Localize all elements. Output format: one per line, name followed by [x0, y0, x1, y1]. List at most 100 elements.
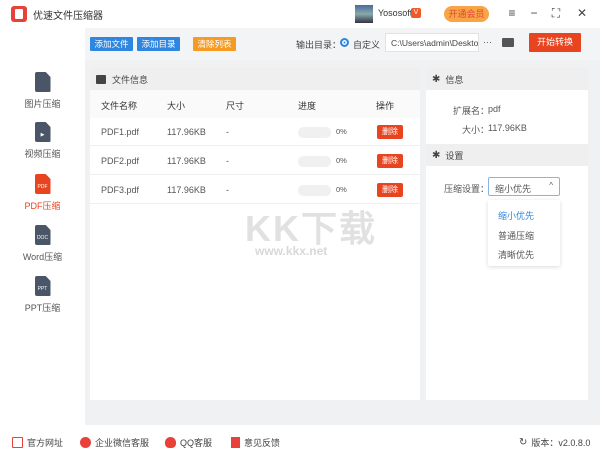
output-path-input[interactable]: C:\Users\admin\Deskto: [385, 33, 479, 52]
size-value: 117.96KB: [488, 123, 527, 133]
settings-header: ✱ 设置: [426, 144, 588, 166]
progress-bar: [298, 185, 331, 196]
more-button[interactable]: ···: [483, 37, 492, 47]
username[interactable]: Yososoft: [378, 8, 412, 18]
column-header: 文件名称: [101, 101, 138, 111]
feedback-icon: [231, 437, 240, 448]
size-label: 大小：: [462, 125, 490, 135]
add-file-button[interactable]: 添加文件: [90, 37, 133, 51]
start-button[interactable]: 开始转换: [529, 33, 581, 52]
maximize-icon[interactable]: ⛶: [549, 6, 563, 21]
column-header: 大小: [167, 101, 186, 111]
footer: 官方网址 企业微信客服 QQ客服 意见反馈 ↻ 版本：v2.0.8.0: [0, 425, 600, 456]
compression-label: 压缩设置：: [444, 184, 490, 194]
pdf-file-icon: PDF: [34, 174, 51, 194]
app-logo: [11, 6, 27, 22]
sidebar-item-label: Word压缩: [22, 252, 63, 262]
ext-label: 扩展名：: [453, 106, 490, 116]
column-header: 操作: [376, 101, 395, 111]
feedback-link[interactable]: 意见反馈: [231, 436, 280, 449]
title-bar: 优速文件压缩器 Yososoft V 开通会员 ≡ − ⛶ ✕: [0, 0, 600, 28]
add-folder-button[interactable]: 添加目录: [137, 37, 180, 51]
file-size: 117.96KB: [167, 127, 206, 137]
file-info-title: 文件信息: [112, 74, 149, 85]
website-label: 官方网址: [27, 438, 64, 448]
progress-text: 0%: [336, 156, 347, 165]
sidebar-item-label: PDF压缩: [24, 201, 61, 211]
sidebar-item-image[interactable]: 图片压缩: [0, 72, 85, 110]
progress-bar: [298, 156, 331, 167]
video-file-icon: ▶: [34, 122, 51, 142]
toolbar: 添加文件 添加目录 清除列表 输出目录： 自定义 C:\Users\admin\…: [85, 28, 600, 60]
column-header: 尺寸: [226, 101, 245, 111]
avatar[interactable]: [355, 5, 373, 23]
qq-support-link[interactable]: QQ客服: [165, 436, 212, 449]
app-title: 优速文件压缩器: [33, 10, 103, 22]
column-header: 进度: [298, 101, 317, 111]
chevron-up-icon: ^: [549, 181, 553, 190]
compression-select[interactable]: 缩小优先 ^: [488, 177, 560, 196]
folder-icon[interactable]: [502, 38, 514, 47]
table-row[interactable]: PDF2.pdf 117.96KB - 0% 删除: [90, 147, 420, 175]
ppt-file-icon: PPT: [34, 276, 51, 296]
output-radio[interactable]: [340, 38, 349, 47]
sidebar-item-word[interactable]: DOC Word压缩: [0, 225, 85, 263]
sidebar: 图片压缩 ▶ 视频压缩 PDF PDF压缩 DOC Word压缩 PPT PPT…: [0, 28, 85, 425]
progress-text: 0%: [336, 185, 347, 194]
sidebar-item-label: 视频压缩: [24, 149, 61, 159]
file-dimensions: -: [226, 127, 229, 137]
version-info[interactable]: ↻ 版本：v2.0.8.0: [519, 436, 590, 449]
sidebar-item-video[interactable]: ▶ 视频压缩: [0, 122, 85, 160]
output-label: 输出目录：: [296, 40, 342, 50]
refresh-icon: ↻: [519, 437, 528, 448]
gear-icon: ✱: [432, 149, 441, 161]
sidebar-item-label: PPT压缩: [24, 303, 61, 313]
vip-badge-icon: V: [411, 8, 421, 18]
wechat-support-link[interactable]: 企业微信客服: [80, 436, 149, 449]
sidebar-item-label: 图片压缩: [24, 99, 61, 109]
sidebar-item-pdf[interactable]: PDF PDF压缩: [0, 174, 85, 212]
dropdown-option[interactable]: 缩小优先: [498, 209, 534, 222]
image-file-icon: [34, 72, 51, 92]
wechat-icon: [80, 437, 91, 448]
delete-button[interactable]: 删除: [377, 183, 403, 197]
file-name: PDF3.pdf: [101, 185, 140, 195]
menu-icon[interactable]: ≡: [505, 6, 519, 20]
watermark-url: www.kkx.net: [255, 244, 328, 258]
vip-button[interactable]: 开通会员: [444, 6, 489, 22]
clear-list-button[interactable]: 清除列表: [193, 37, 236, 51]
dropdown-option[interactable]: 清晰优先: [498, 248, 534, 261]
file-dimensions: -: [226, 156, 229, 166]
gear-icon: ✱: [432, 73, 441, 85]
image-icon: [96, 74, 106, 84]
version-label: 版本：v2.0.8.0: [531, 438, 591, 448]
qq-icon: [165, 437, 176, 448]
file-size: 117.96KB: [167, 156, 206, 166]
file-dimensions: -: [226, 185, 229, 195]
right-panel: ✱ 信息 扩展名： pdf 大小： 117.96KB ✱ 设置 压缩设置： 缩小…: [426, 68, 588, 400]
minimize-icon[interactable]: −: [527, 6, 541, 20]
ext-value: pdf: [488, 104, 501, 114]
selected-value: 缩小优先: [495, 184, 532, 194]
sidebar-item-ppt[interactable]: PPT PPT压缩: [0, 276, 85, 314]
website-link[interactable]: 官方网址: [12, 436, 63, 449]
file-info-header: 文件信息: [90, 68, 420, 90]
dropdown-option[interactable]: 普通压缩: [498, 229, 534, 242]
info-title: 信息: [445, 74, 464, 85]
info-header: ✱ 信息: [426, 68, 588, 90]
close-icon[interactable]: ✕: [575, 6, 589, 20]
table-row[interactable]: PDF1.pdf 117.96KB - 0% 删除: [90, 118, 420, 146]
progress-text: 0%: [336, 127, 347, 136]
compression-dropdown: 缩小优先 普通压缩 清晰优先: [488, 200, 560, 266]
browser-icon: [12, 437, 23, 448]
wechat-label: 企业微信客服: [95, 438, 150, 448]
delete-button[interactable]: 删除: [377, 125, 403, 139]
qq-label: QQ客服: [180, 438, 213, 448]
file-name: PDF1.pdf: [101, 127, 140, 137]
file-size: 117.96KB: [167, 185, 206, 195]
progress-bar: [298, 127, 331, 138]
word-file-icon: DOC: [34, 225, 51, 245]
delete-button[interactable]: 删除: [377, 154, 403, 168]
feedback-label: 意见反馈: [244, 438, 281, 448]
file-name: PDF2.pdf: [101, 156, 140, 166]
